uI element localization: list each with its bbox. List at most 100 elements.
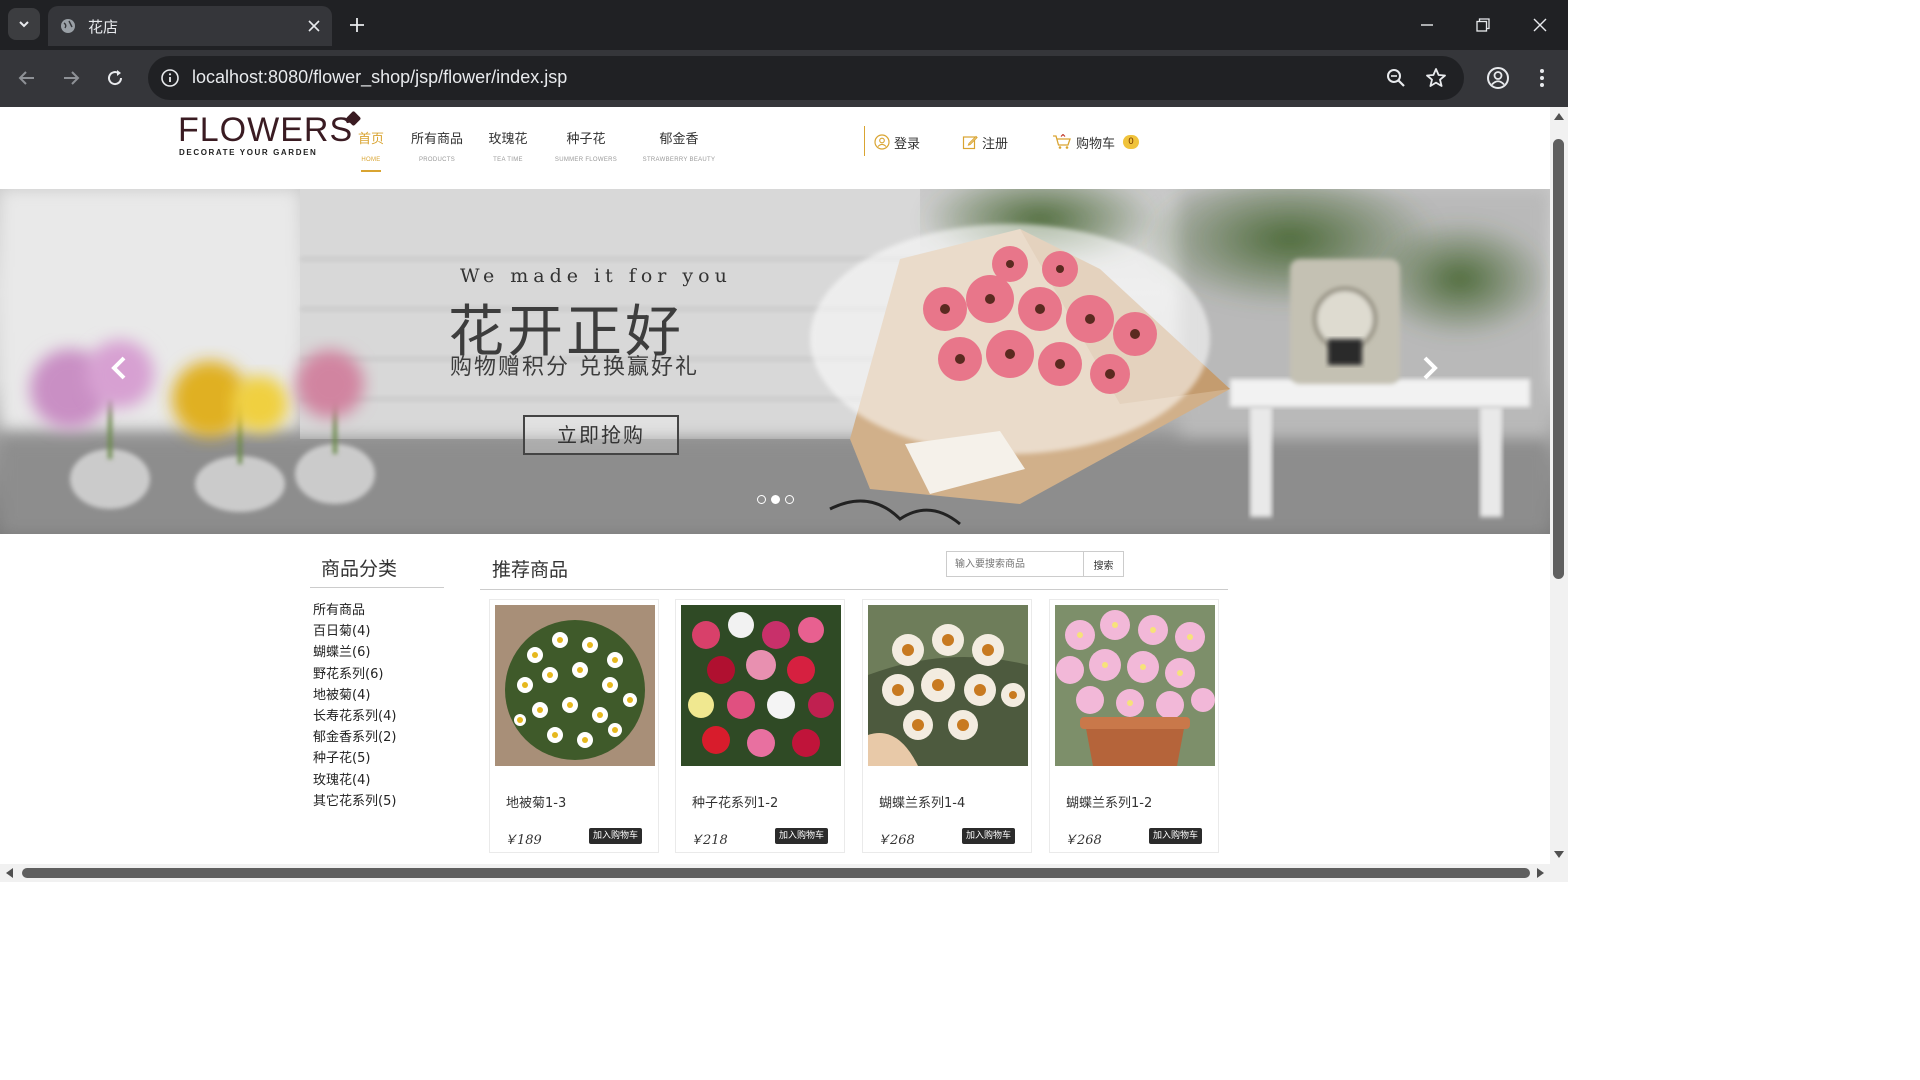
site-header: FLOWERS DECORATE YOUR GARDEN 首页 HOME 所有商… (0, 107, 1550, 190)
scroll-right-arrow[interactable] (1537, 868, 1544, 878)
divider (480, 589, 1228, 590)
minimize-button[interactable] (1414, 12, 1440, 38)
product-name[interactable]: 种子花系列1-2 (692, 792, 778, 811)
category-item[interactable]: 其它花系列(5) (313, 791, 396, 812)
forward-button[interactable] (57, 64, 85, 92)
category-item[interactable]: 所有商品 (313, 600, 396, 621)
restore-button[interactable] (1470, 12, 1496, 38)
category-list: 所有商品 百日菊(4) 蝴蝶兰(6) 野花系列(6) 地被菊(4) 长寿花系列(… (313, 600, 396, 812)
product-image[interactable] (495, 605, 655, 766)
window-close-button[interactable] (1527, 12, 1553, 38)
product-name[interactable]: 地被菊1-3 (506, 792, 566, 811)
chevron-down-icon (19, 21, 29, 28)
banner-tagline: We made it for you (460, 265, 732, 287)
site-logo[interactable]: FLOWERS DECORATE YOUR GARDEN (178, 110, 368, 171)
arrow-right-icon (64, 71, 80, 85)
category-item[interactable]: 长寿花系列(4) (313, 706, 396, 727)
globe-icon (61, 19, 75, 33)
category-item[interactable]: 蝴蝶兰(6) (313, 642, 396, 663)
edit-icon (962, 135, 978, 150)
divider (310, 587, 444, 588)
add-to-cart-button[interactable]: 加入购物车 (1149, 828, 1203, 844)
bookmark-star-icon[interactable] (1424, 66, 1448, 90)
product-card[interactable]: 蝴蝶兰系列1-4 ￥268 加入购物车 (862, 599, 1032, 853)
search-input[interactable] (946, 551, 1084, 577)
scroll-thumb[interactable] (1553, 139, 1564, 579)
carousel-prev-icon[interactable] (107, 355, 131, 381)
product-price: ￥218 (690, 833, 728, 848)
product-card[interactable]: 种子花系列1-2 ￥218 加入购物车 (675, 599, 845, 853)
nav-item-home[interactable]: 首页 HOME (356, 131, 386, 172)
product-name[interactable]: 蝴蝶兰系列1-4 (879, 792, 965, 811)
category-item[interactable]: 地被菊(4) (313, 685, 396, 706)
tab-title: 花店 (88, 18, 119, 36)
tab-search-button[interactable] (8, 8, 40, 40)
category-item[interactable]: 百日菊(4) (313, 621, 396, 642)
category-item[interactable]: 野花系列(6) (313, 664, 396, 685)
nav-sublabel: STRAWBERRY BEAUTY (642, 157, 716, 163)
search-button[interactable]: 搜索 (1084, 551, 1124, 577)
nav-item-tulips[interactable]: 郁金香 STRAWBERRY BEAUTY (638, 131, 720, 163)
profile-icon[interactable] (1484, 64, 1512, 92)
tab-close-button[interactable] (304, 16, 324, 36)
nav-item-roses[interactable]: 玫瑰花 TEA TIME (484, 131, 532, 163)
product-name[interactable]: 蝴蝶兰系列1-2 (1066, 792, 1152, 811)
address-bar[interactable]: localhost:8080/flower_shop/jsp/flower/in… (148, 56, 1464, 100)
register-label: 注册 (982, 136, 1009, 152)
close-icon (308, 20, 320, 32)
product-image[interactable] (1055, 605, 1215, 766)
add-to-cart-button[interactable]: 加入购物车 (962, 828, 1016, 844)
nav-label: 玫瑰花 (488, 132, 528, 147)
carousel-dot[interactable] (757, 495, 766, 504)
back-button[interactable] (13, 64, 41, 92)
vertical-scrollbar[interactable] (1550, 107, 1568, 864)
category-heading: 商品分类 (321, 558, 398, 580)
login-link[interactable]: 登录 (874, 132, 920, 152)
cart-label: 购物车 (1076, 136, 1116, 152)
category-item[interactable]: 郁金香系列(2) (313, 727, 396, 748)
recommended-heading: 推荐商品 (492, 559, 569, 581)
product-card[interactable]: 地被菊1-3 ￥189 加入购物车 (489, 599, 659, 853)
browser-tab[interactable]: 花店 (48, 6, 332, 46)
shop-now-button[interactable]: 立即抢购 (523, 415, 679, 455)
browser-toolbar: localhost:8080/flower_shop/jsp/flower/in… (0, 50, 1568, 107)
scroll-left-arrow[interactable] (6, 868, 13, 878)
category-item[interactable]: 种子花(5) (313, 748, 396, 769)
hero-carousel[interactable]: We made it for you 花开正好 购物赠积分 兑换赢好礼 立即抢购 (0, 189, 1550, 534)
nav-label: 种子花 (566, 132, 606, 147)
product-image[interactable] (681, 605, 841, 766)
carousel-next-icon[interactable] (1418, 355, 1442, 381)
product-card[interactable]: 蝴蝶兰系列1-2 ￥268 加入购物车 (1049, 599, 1219, 853)
category-item[interactable]: 玫瑰花(4) (313, 770, 396, 791)
zoom-icon[interactable] (1384, 66, 1408, 90)
product-search: 搜索 (946, 551, 1124, 577)
cart-count-badge: 0 (1123, 135, 1140, 149)
register-link[interactable]: 注册 (962, 132, 1008, 152)
carousel-dot[interactable] (785, 495, 794, 504)
reload-button[interactable] (101, 64, 129, 92)
info-icon (161, 69, 179, 87)
product-image[interactable] (868, 605, 1028, 766)
horizontal-scrollbar[interactable] (0, 864, 1568, 882)
nav-item-seed-flowers[interactable]: 种子花 SUMMER FLOWERS (550, 131, 622, 163)
scroll-up-arrow[interactable] (1554, 113, 1564, 120)
scroll-thumb[interactable] (22, 868, 1530, 878)
cart-link[interactable]: 购物车 0 (1052, 132, 1140, 152)
nav-sublabel: HOME (361, 157, 381, 163)
banner-background-image (0, 189, 1550, 534)
nav-item-products[interactable]: 所有商品 PRODUCTS (406, 131, 468, 163)
product-price: ￥189 (504, 833, 542, 848)
reload-icon (108, 70, 123, 86)
new-tab-button[interactable] (344, 12, 370, 38)
nav-active-underline (361, 170, 381, 172)
add-to-cart-button[interactable]: 加入购物车 (589, 828, 643, 844)
logo-text: FLOWERS (178, 111, 354, 149)
add-to-cart-button[interactable]: 加入购物车 (775, 828, 829, 844)
product-price: ￥268 (1064, 833, 1102, 848)
more-menu-icon[interactable] (1528, 64, 1556, 92)
user-icon (874, 134, 890, 150)
logo-tagline: DECORATE YOUR GARDEN (179, 148, 318, 157)
site-info-button[interactable] (158, 66, 182, 90)
scroll-down-arrow[interactable] (1554, 851, 1564, 858)
carousel-dot-active[interactable] (771, 495, 780, 504)
